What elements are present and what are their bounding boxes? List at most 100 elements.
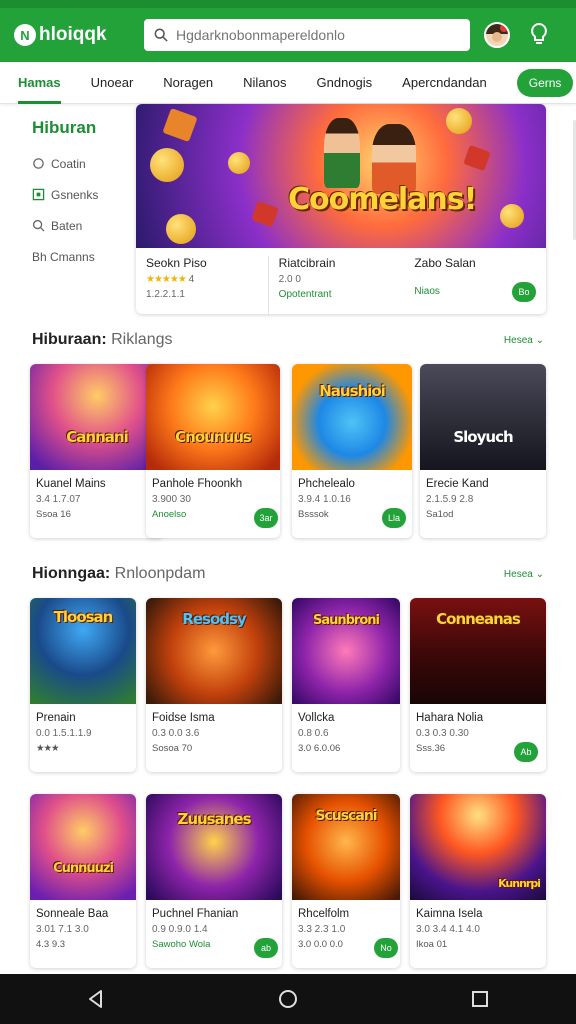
game-thumbnail: Cunnuuzi bbox=[30, 794, 136, 900]
game-meta: 0.3 0.3 0.30 bbox=[416, 728, 469, 739]
sidebar-item-bh-cmanns[interactable]: Bh Cmanns bbox=[32, 241, 128, 272]
avatar[interactable] bbox=[484, 22, 510, 48]
section-title-hiburan: Hiburaan: Riklangs bbox=[32, 331, 173, 348]
game-card[interactable]: Cnounuus Panhole Fhoonkh 3.900 30 Anoels… bbox=[146, 364, 280, 538]
game-meta: 0.9 0.9.0 1.4 bbox=[152, 924, 208, 935]
search-icon bbox=[154, 28, 168, 42]
featured-banner-image: Coomelans! bbox=[136, 104, 546, 248]
section-title-hionngaa: Hionngaa: Rnloonpdam bbox=[32, 565, 206, 582]
game-thumbnail-label: Kunnrpi bbox=[498, 877, 540, 890]
game-stats: 3.0 6.0.06 bbox=[298, 743, 341, 754]
play-button[interactable]: 3ar bbox=[254, 508, 278, 528]
system-navigation-bar bbox=[0, 974, 576, 1024]
game-thumbnail-label: Saunbroni bbox=[312, 613, 380, 628]
game-thumbnail: Resodsy bbox=[146, 598, 282, 704]
games-button[interactable]: Gerns bbox=[516, 68, 574, 97]
game-stats: Ssoa 16 bbox=[36, 509, 71, 520]
game-card[interactable]: Conneanas Hahara Nolia 0.3 0.3 0.30 Sss.… bbox=[410, 598, 546, 772]
rating-value: 4 bbox=[188, 274, 195, 285]
game-card[interactable]: Saunbroni Vollcka 0.8 0.6 3.0 6.0.06 bbox=[292, 598, 400, 772]
back-icon[interactable] bbox=[85, 988, 107, 1010]
game-thumbnail-label: Cannani bbox=[66, 428, 128, 446]
game-meta: 3.9.4 1.0.16 bbox=[298, 494, 351, 505]
sidebar-item-coatin[interactable]: Coatin bbox=[32, 148, 128, 179]
sidebar-item-label: Baten bbox=[51, 218, 83, 233]
tab-nilanos[interactable]: Nilanos bbox=[243, 62, 286, 104]
search-input[interactable] bbox=[176, 27, 456, 43]
coin-decoration bbox=[500, 204, 524, 228]
coin-decoration bbox=[228, 152, 250, 174]
recents-icon[interactable] bbox=[469, 988, 491, 1010]
sidebar-item-label: Gsnenks bbox=[51, 187, 99, 202]
star-rating: ★★★ bbox=[36, 743, 60, 754]
game-card[interactable]: Cunnuuzi Sonneale Baa 3.01 7.1 3.0 4.3 9… bbox=[30, 794, 136, 968]
game-card[interactable]: Kunnrpi Kaimna Isela 3.0 3.4 4.1 4.0 Iko… bbox=[410, 794, 546, 968]
game-title: Rhcelfolm bbox=[298, 908, 350, 920]
grid-icon bbox=[32, 188, 45, 201]
app-logo[interactable]: N hloiqqk bbox=[14, 24, 140, 46]
featured-banner-title: Coomelans! bbox=[288, 182, 477, 217]
game-thumbnail-label: Zuusanes bbox=[177, 810, 251, 828]
sidebar-item-label: Bh Cmanns bbox=[32, 249, 95, 264]
game-title: Puchnel Fhanian bbox=[152, 908, 239, 920]
featured-play-button[interactable]: Bo bbox=[512, 282, 536, 302]
game-meta: 0.3 0.0 3.6 bbox=[152, 728, 200, 739]
refresh-icon bbox=[33, 158, 44, 169]
avatar-face bbox=[492, 32, 502, 42]
game-card[interactable]: Sloyuch Erecie Kand 2.1.5.9 2.8 Sa1od bbox=[420, 364, 546, 538]
featured-meta: 1.2.2.1.1 bbox=[146, 289, 185, 300]
sidebar-item-baten[interactable]: Baten bbox=[32, 210, 128, 241]
game-thumbnail-label: Scuscani bbox=[315, 808, 377, 824]
sidebar: Hiburan Coatin Gsnenks Baten Bh Cmanns bbox=[18, 118, 128, 272]
game-title: Vollcka bbox=[298, 712, 335, 724]
play-button[interactable]: ab bbox=[254, 938, 278, 958]
game-thumbnail: Saunbroni bbox=[292, 598, 400, 704]
sidebar-item-label: Coatin bbox=[51, 156, 86, 171]
notification-badge bbox=[500, 24, 508, 32]
sidebar-item-gsnenks[interactable]: Gsnenks bbox=[32, 179, 128, 210]
game-stats: Sosoa 70 bbox=[152, 743, 193, 754]
app-header: N hloiqqk bbox=[0, 8, 576, 62]
game-thumbnail-label: Resodsy bbox=[182, 610, 246, 628]
game-card[interactable]: Zuusanes Puchnel Fhanian 0.9 0.9.0 1.4 S… bbox=[146, 794, 282, 968]
play-button[interactable]: Lla bbox=[382, 508, 406, 528]
tab-apercndandan[interactable]: Apercndandan bbox=[402, 62, 487, 104]
featured-banner-info: Seokn Piso ★★★★★ 4 1.2.2.1.1 Riatcibrain… bbox=[136, 248, 546, 314]
game-title: Sonneale Baa bbox=[36, 908, 109, 920]
featured-banner[interactable]: Coomelans! Seokn Piso ★★★★★ 4 1.2.2.1.1 … bbox=[136, 104, 546, 314]
game-card[interactable]: Cannani Kuanel Mains 3.4 1.7.07 Ssoa 16 bbox=[30, 364, 164, 538]
search-icon bbox=[32, 219, 45, 232]
game-meta: 3.900 30 bbox=[152, 494, 191, 505]
tab-gndnogis[interactable]: Gndnogis bbox=[317, 62, 373, 104]
tab-hamas[interactable]: Hamas bbox=[18, 62, 61, 104]
game-stats: Ikoa 01 bbox=[416, 939, 448, 950]
gem-decoration bbox=[251, 200, 279, 228]
tab-unoear[interactable]: Unoear bbox=[91, 62, 134, 104]
game-card[interactable]: Tloosan Prenain 0.0 1.5.1.1.9 ★★★ bbox=[30, 598, 136, 772]
game-card[interactable]: Naushioi Phchelealo 3.9.4 1.0.16 Bsssok … bbox=[292, 364, 412, 538]
gem-decoration bbox=[162, 107, 198, 143]
play-button[interactable]: Ab bbox=[514, 742, 538, 762]
game-thumbnail-label: Cnounuus bbox=[175, 428, 252, 446]
game-title: Hahara Nolia bbox=[416, 712, 484, 724]
game-thumbnail: Kunnrpi bbox=[410, 794, 546, 900]
game-title: Kuanel Mains bbox=[36, 478, 106, 490]
game-thumbnail-label: Sloyuch bbox=[453, 428, 513, 446]
section-more-link[interactable]: Hesea ⌄ bbox=[504, 335, 544, 346]
game-card[interactable]: Scuscani Rhcelfolm 3.3 2.3 1.0 3.0 0.0 0… bbox=[292, 794, 400, 968]
lightbulb-icon[interactable] bbox=[528, 22, 550, 48]
section-more-link[interactable]: Hesea ⌄ bbox=[504, 569, 544, 580]
featured-rating: ★★★★★ 4 bbox=[146, 274, 268, 285]
play-button[interactable]: No bbox=[374, 938, 398, 958]
game-thumbnail-label: Naushioi bbox=[319, 382, 386, 400]
home-icon[interactable] bbox=[277, 988, 299, 1010]
game-thumbnail-label: Conneanas bbox=[436, 610, 521, 628]
game-card[interactable]: Resodsy Foidse Isma 0.3 0.0 3.6 Sosoa 70 bbox=[146, 598, 282, 772]
game-thumbnail: Conneanas bbox=[410, 598, 546, 704]
game-meta: 0.0 1.5.1.1.9 bbox=[36, 728, 92, 739]
search-bar[interactable] bbox=[144, 19, 470, 51]
gem-decoration bbox=[463, 144, 491, 172]
featured-column-1: Seokn Piso ★★★★★ 4 1.2.2.1.1 bbox=[146, 256, 268, 314]
tab-noragen[interactable]: Noragen bbox=[163, 62, 213, 104]
game-meta: 0.8 0.6 bbox=[298, 728, 329, 739]
